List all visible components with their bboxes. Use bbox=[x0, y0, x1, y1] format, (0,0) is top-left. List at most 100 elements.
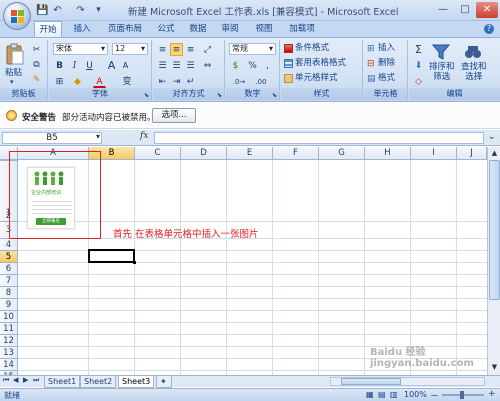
fill-color-icon[interactable]: ◆ bbox=[71, 75, 84, 88]
row-header[interactable]: 10 bbox=[0, 311, 18, 323]
comma-button[interactable]: , bbox=[261, 59, 274, 72]
options-button[interactable]: 选项... bbox=[152, 108, 196, 123]
font-size-select[interactable]: 12 ▾ bbox=[112, 43, 148, 55]
hscroll-thumb[interactable] bbox=[341, 378, 401, 385]
sheet-tab-active[interactable]: Sheet3 bbox=[118, 376, 155, 388]
border-icon[interactable]: ⊞ bbox=[53, 75, 66, 88]
align-top-icon[interactable]: ≡ bbox=[156, 43, 169, 56]
scroll-thumb[interactable] bbox=[489, 160, 500, 300]
row-header[interactable]: 7 bbox=[0, 275, 18, 287]
row-header[interactable]: 8 bbox=[0, 287, 18, 299]
font-launcher-icon[interactable]: ⬊ bbox=[144, 92, 149, 99]
page-break-view-icon[interactable]: ▥ bbox=[390, 390, 398, 399]
horizontal-scrollbar[interactable] bbox=[330, 377, 485, 386]
sheet-tab[interactable]: Sheet1 bbox=[44, 376, 81, 388]
sheet-nav-first-icon[interactable]: ⏮ bbox=[3, 376, 9, 385]
cell-styles-button[interactable]: 单元格样式 bbox=[295, 72, 338, 85]
formula-input[interactable] bbox=[154, 132, 484, 144]
column-header[interactable]: I bbox=[411, 147, 457, 160]
zoom-level[interactable]: 100% bbox=[404, 390, 427, 399]
page-layout-view-icon[interactable]: ▤ bbox=[378, 390, 386, 399]
wrap-text-icon[interactable]: ↵ bbox=[184, 75, 197, 88]
decrease-decimal-icon[interactable]: .00 bbox=[251, 75, 271, 88]
column-header[interactable]: C bbox=[135, 147, 181, 160]
scroll-down-icon[interactable]: ▼ bbox=[489, 362, 500, 373]
conditional-format-button[interactable]: 条件格式 bbox=[295, 42, 329, 55]
normal-view-icon[interactable]: ▦ bbox=[366, 390, 374, 399]
column-header[interactable]: G bbox=[319, 147, 365, 160]
tab-view[interactable]: 视图 bbox=[252, 21, 276, 37]
tab-data[interactable]: 数据 bbox=[186, 21, 210, 37]
align-bottom-icon[interactable]: ≡ bbox=[184, 43, 197, 56]
copy-icon[interactable]: ⧉ bbox=[30, 58, 43, 71]
column-header[interactable]: H bbox=[365, 147, 411, 160]
find-select-button[interactable]: 查找和 选择 bbox=[461, 62, 487, 82]
autosum-icon[interactable]: Σ bbox=[412, 43, 425, 56]
align-right-icon[interactable]: ☰ bbox=[184, 59, 197, 72]
format-as-table-button[interactable]: 套用表格格式 bbox=[295, 57, 346, 70]
bold-button[interactable]: B bbox=[53, 59, 66, 72]
zoom-in-button[interactable]: + bbox=[488, 389, 496, 399]
format-painter-icon[interactable]: ✎ bbox=[30, 73, 43, 86]
shrink-font-icon[interactable]: A bbox=[119, 59, 132, 72]
percent-button[interactable]: % bbox=[246, 59, 259, 72]
align-middle-icon[interactable]: ≡ bbox=[170, 43, 183, 56]
row-header[interactable]: 11 bbox=[0, 323, 18, 335]
column-header[interactable]: J bbox=[457, 147, 487, 160]
row-header[interactable]: 5 bbox=[0, 251, 18, 263]
zoom-slider-thumb[interactable] bbox=[460, 391, 464, 399]
active-cell[interactable] bbox=[88, 249, 135, 263]
tab-review[interactable]: 审阅 bbox=[218, 21, 242, 37]
scroll-up-icon[interactable]: ▲ bbox=[489, 148, 500, 159]
row-header[interactable]: 6 bbox=[0, 263, 18, 275]
tab-page-layout[interactable]: 页面布局 bbox=[104, 21, 146, 37]
sort-filter-icon[interactable] bbox=[432, 44, 450, 60]
sort-filter-button[interactable]: 排序和 筛选 bbox=[429, 62, 455, 82]
decrease-indent-icon[interactable]: ⇤ bbox=[156, 75, 169, 88]
redo-icon[interactable]: ↷ bbox=[74, 4, 87, 17]
row-header[interactable]: 14 bbox=[0, 359, 18, 371]
tab-insert[interactable]: 插入 bbox=[70, 21, 94, 37]
sheet-tab[interactable]: Sheet2 bbox=[80, 376, 117, 388]
paste-dropdown-icon[interactable]: ▾ bbox=[10, 78, 14, 86]
close-button[interactable]: ✕ bbox=[476, 2, 498, 18]
sheet-nav-next-icon[interactable]: ▶ bbox=[23, 376, 28, 384]
number-format-select[interactable]: 常规 ▾ bbox=[229, 43, 276, 55]
fill-icon[interactable]: ⬇ bbox=[412, 59, 425, 72]
align-center-icon[interactable]: ☰ bbox=[170, 59, 183, 72]
increase-indent-icon[interactable]: ⇥ bbox=[170, 75, 183, 88]
tab-addins[interactable]: 加载项 bbox=[284, 21, 320, 37]
insert-function-button[interactable]: fx bbox=[140, 131, 148, 141]
office-button[interactable] bbox=[3, 2, 31, 30]
cut-icon[interactable]: ✂ bbox=[30, 43, 43, 56]
align-left-icon[interactable]: ☰ bbox=[156, 59, 169, 72]
insert-sheet-icon[interactable]: ✦ bbox=[156, 376, 172, 388]
merge-center-icon[interactable]: ⇔ bbox=[201, 59, 214, 72]
paste-icon[interactable] bbox=[6, 43, 24, 65]
delete-cells-button[interactable]: 删除 bbox=[378, 57, 395, 70]
row-header[interactable]: 12 bbox=[0, 335, 18, 347]
font-name-select[interactable]: 宋体 ▾ bbox=[53, 43, 108, 55]
chevron-down-icon[interactable]: ▾ bbox=[96, 132, 100, 141]
font-color-button[interactable]: A bbox=[93, 75, 106, 88]
row-header[interactable]: 4 bbox=[0, 239, 18, 251]
name-box[interactable]: B5 bbox=[2, 132, 102, 144]
tab-home[interactable]: 开始 bbox=[34, 21, 62, 37]
phonetic-button[interactable]: 变 bbox=[119, 75, 135, 88]
sheet-nav-last-icon[interactable]: ⏭ bbox=[33, 376, 39, 385]
fill-handle[interactable] bbox=[133, 261, 136, 264]
row-header[interactable]: 9 bbox=[0, 299, 18, 311]
spreadsheet-grid[interactable]: A B C D E F G H I J 1 2 3 4 5 6 7 8 9 10… bbox=[0, 147, 500, 375]
customize-qat-icon[interactable]: ▾ bbox=[92, 4, 105, 17]
column-header[interactable]: F bbox=[273, 147, 319, 160]
italic-button[interactable]: I bbox=[68, 59, 81, 72]
row-header[interactable]: 13 bbox=[0, 347, 18, 359]
clear-icon[interactable]: ◇ bbox=[412, 75, 425, 88]
minimize-button[interactable]: — bbox=[432, 2, 454, 18]
save-icon[interactable]: 💾 bbox=[36, 4, 49, 17]
help-icon[interactable]: ? bbox=[484, 24, 494, 34]
number-launcher-icon[interactable]: ⬊ bbox=[272, 92, 277, 99]
currency-icon[interactable]: $ bbox=[229, 59, 242, 72]
grow-font-icon[interactable]: A bbox=[105, 59, 118, 72]
binoculars-icon[interactable] bbox=[464, 44, 482, 60]
